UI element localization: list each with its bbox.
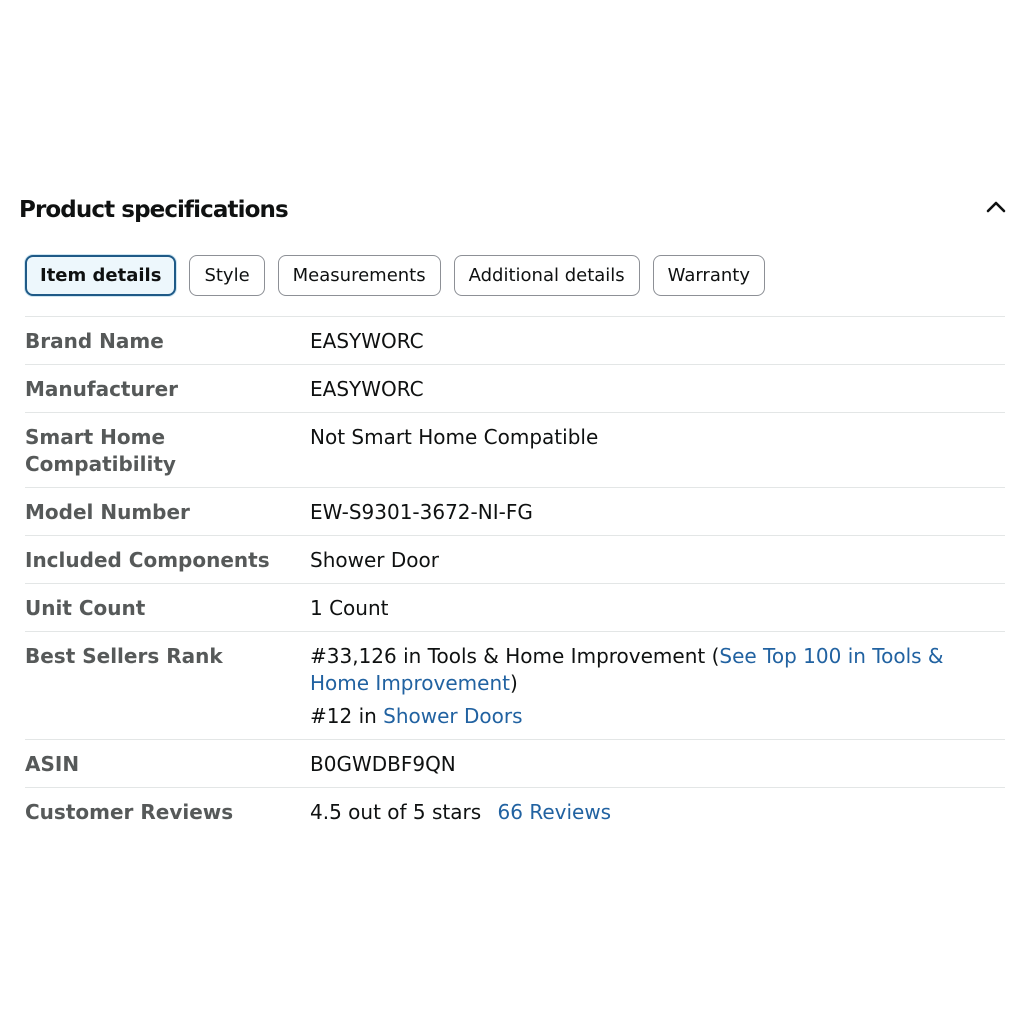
spec-tabs: Item details Style Measurements Addition…	[25, 255, 765, 297]
spec-label: Included Components	[25, 548, 270, 572]
spec-row-manufacturer: Manufacturer EASYWORC	[25, 365, 1005, 413]
spec-value: EASYWORC	[310, 377, 424, 401]
section-header: Product specifications	[19, 194, 1009, 230]
reviews-link[interactable]: 66 Reviews	[498, 800, 612, 824]
spec-value: 1 Count	[310, 596, 389, 620]
spec-value: Shower Door	[310, 548, 439, 572]
spec-label: Best Sellers Rank	[25, 644, 223, 668]
spec-label: Customer Reviews	[25, 800, 234, 824]
tab-additional-details[interactable]: Additional details	[453, 255, 640, 296]
spec-table: Brand Name EASYWORC Manufacturer EASYWOR…	[25, 316, 1005, 835]
spec-value: B0GWDBF9QN	[310, 752, 456, 776]
spec-label: Model Number	[25, 500, 190, 524]
spec-row-brand-name: Brand Name EASYWORC	[25, 317, 1005, 365]
reviews-count: 66	[497, 800, 523, 824]
rank-text: #12 in	[310, 704, 384, 728]
shower-doors-link[interactable]: Shower Doors	[383, 704, 522, 728]
spec-value: 4.5 out of 5 stars 66 Reviews	[310, 788, 1005, 835]
product-specifications-section: Product specifications Item details Styl…	[0, 0, 1024, 1024]
tab-warranty[interactable]: Warranty	[652, 255, 765, 296]
spec-value: #33,126 in Tools & Home Improvement (See…	[310, 632, 1005, 739]
spec-label: ASIN	[25, 752, 80, 776]
spec-row-customer-reviews: Customer Reviews 4.5 out of 5 stars 66 R…	[25, 788, 1005, 835]
tab-measurements[interactable]: Measurements	[277, 255, 441, 296]
rating-text: 4.5 out of 5 stars	[310, 800, 482, 824]
spec-label: Brand Name	[25, 329, 164, 353]
spec-value: EASYWORC	[310, 329, 424, 353]
rank-line-2: #12 in Shower Doors	[310, 703, 965, 730]
spec-label: Unit Count	[25, 596, 146, 620]
rank-text: #33,126 in Tools & Home Improvement (	[310, 644, 720, 668]
spec-label: Manufacturer	[25, 377, 179, 401]
spec-row-asin: ASIN B0GWDBF9QN	[25, 740, 1005, 788]
reviews-label: Reviews	[529, 800, 612, 824]
chevron-up-icon	[986, 201, 1006, 213]
rank-close-paren: )	[509, 671, 518, 695]
spec-value: Not Smart Home Compatible	[310, 425, 599, 449]
spec-row-unit-count: Unit Count 1 Count	[25, 584, 1005, 632]
spec-value: EW-S9301-3672-NI-FG	[310, 500, 533, 524]
spec-row-model-number: Model Number EW-S9301-3672-NI-FG	[25, 488, 1005, 536]
spec-row-best-sellers-rank: Best Sellers Rank #33,126 in Tools & Hom…	[25, 632, 1005, 740]
section-title: Product specifications	[19, 197, 289, 223]
collapse-button[interactable]	[983, 194, 1009, 220]
spec-row-smart-home: Smart Home Compatibility Not Smart Home …	[25, 413, 1005, 488]
rank-line-1: #33,126 in Tools & Home Improvement (See…	[310, 643, 965, 697]
spec-label: Smart Home Compatibility	[25, 425, 176, 476]
tab-style[interactable]: Style	[189, 255, 265, 296]
spec-row-included-components: Included Components Shower Door	[25, 536, 1005, 584]
tab-item-details[interactable]: Item details	[25, 255, 177, 296]
